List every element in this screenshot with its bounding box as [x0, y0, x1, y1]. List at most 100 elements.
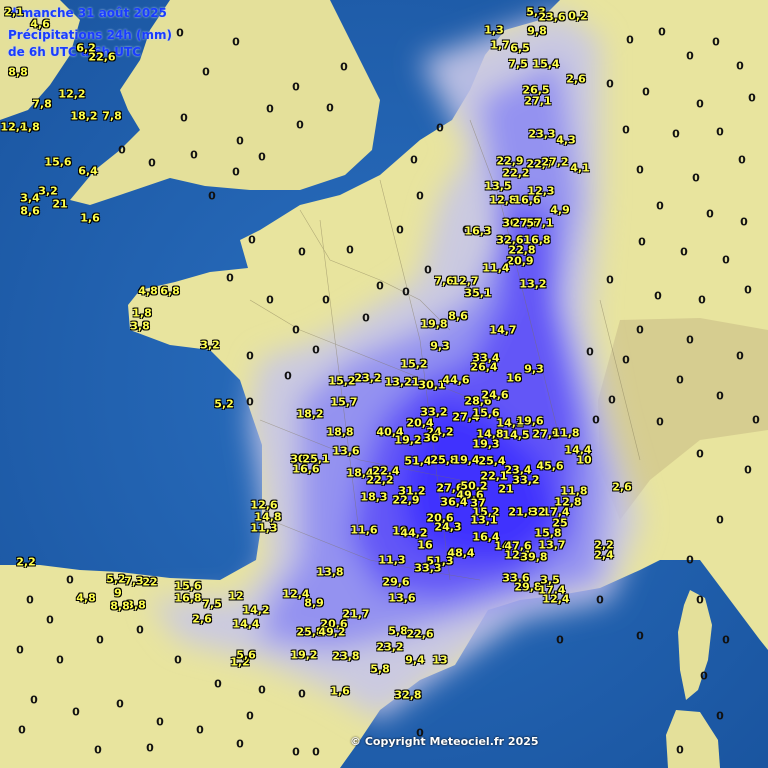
- station-value: 20,9: [506, 254, 534, 268]
- station-value: 5,2: [214, 397, 234, 411]
- station-value-zero: 0: [26, 593, 34, 607]
- station-value-zero: 0: [736, 349, 744, 363]
- station-value-zero: 0: [596, 593, 604, 607]
- station-value-zero: 0: [622, 353, 630, 367]
- station-value: 44,6: [442, 373, 470, 387]
- station-value-zero: 0: [638, 235, 646, 249]
- station-value-zero: 0: [672, 127, 680, 141]
- station-value: 7,8: [102, 109, 122, 123]
- station-value: 14,5: [502, 428, 530, 442]
- station-value-zero: 0: [722, 253, 730, 267]
- station-value-zero: 0: [298, 687, 306, 701]
- station-value-zero: 0: [292, 80, 300, 94]
- station-value: 8,8: [8, 65, 28, 79]
- station-value: 9,8: [527, 24, 547, 38]
- station-value: 9,4: [405, 653, 425, 667]
- station-value: 35,1: [464, 286, 492, 300]
- station-value: 14,4: [232, 617, 260, 631]
- station-value-zero: 0: [636, 323, 644, 337]
- station-value-zero: 0: [658, 25, 666, 39]
- station-value-zero: 0: [292, 323, 300, 337]
- station-value: 33,2: [512, 473, 540, 487]
- station-value: 5,2: [106, 572, 126, 586]
- station-value-zero: 0: [608, 393, 616, 407]
- station-value: 27,1: [524, 94, 552, 108]
- station-value-zero: 0: [246, 349, 254, 363]
- precipitation-map: dimanche 31 août 2025 Précipitations 24h…: [0, 0, 768, 768]
- station-value-zero: 0: [326, 101, 334, 115]
- station-value-zero: 0: [156, 715, 164, 729]
- station-value: 3,8: [130, 319, 150, 333]
- station-value: 39,8: [520, 550, 548, 564]
- station-value-zero: 0: [622, 123, 630, 137]
- station-value: 18,3: [360, 490, 388, 504]
- station-value: 19,2: [394, 433, 422, 447]
- station-value-zero: 0: [676, 373, 684, 387]
- station-value-zero: 0: [606, 77, 614, 91]
- station-value-zero: 0: [696, 447, 704, 461]
- station-value-zero: 0: [312, 343, 320, 357]
- station-value-zero: 0: [284, 369, 292, 383]
- station-value: 11,3: [250, 521, 278, 535]
- station-value: 19,8: [420, 317, 448, 331]
- station-value-zero: 0: [362, 311, 370, 325]
- station-value-zero: 0: [148, 156, 156, 170]
- station-value: 23,3: [528, 127, 556, 141]
- station-value-zero: 0: [174, 653, 182, 667]
- station-value: 3,2: [38, 184, 58, 198]
- station-value-zero: 0: [740, 215, 748, 229]
- station-value: 5,8: [370, 662, 390, 676]
- station-value: 22,6: [406, 627, 434, 641]
- station-value-zero: 0: [56, 653, 64, 667]
- station-value-zero: 0: [266, 293, 274, 307]
- station-value: 18,2: [70, 109, 98, 123]
- station-value: 29,6: [382, 575, 410, 589]
- station-value-zero: 0: [18, 723, 26, 737]
- station-value-zero: 0: [176, 26, 184, 40]
- station-value: 16,3: [464, 224, 492, 238]
- station-value-zero: 0: [656, 199, 664, 213]
- station-value: 13,7: [538, 538, 566, 552]
- station-value: 4,9: [550, 203, 570, 217]
- station-value: 44,2: [400, 526, 428, 540]
- station-value: 6,5: [510, 41, 530, 55]
- station-value-zero: 0: [46, 613, 54, 627]
- station-value-zero: 0: [136, 623, 144, 637]
- station-value-zero: 0: [16, 643, 24, 657]
- copyright: © Copyright Meteociel.fr 2025: [350, 735, 539, 748]
- station-value-zero: 0: [322, 293, 330, 307]
- station-value: 4,1: [570, 161, 590, 175]
- station-value: 7,8: [32, 97, 52, 111]
- station-value-zero: 0: [118, 143, 126, 157]
- station-value-zero: 0: [692, 171, 700, 185]
- station-value-zero: 0: [376, 279, 384, 293]
- station-value: 5,6: [236, 648, 256, 662]
- station-value: 13,8: [316, 565, 344, 579]
- station-value: 2,6: [612, 480, 632, 494]
- station-value-zero: 0: [232, 165, 240, 179]
- station-value: 19,3: [472, 437, 500, 451]
- station-value: 22,2: [366, 473, 394, 487]
- station-value: 12,6: [250, 498, 278, 512]
- station-value: 8,6: [448, 309, 468, 323]
- station-value-zero: 0: [686, 49, 694, 63]
- station-value-zero: 0: [744, 283, 752, 297]
- station-value-zero: 0: [696, 97, 704, 111]
- station-value-zero: 0: [292, 745, 300, 759]
- station-value: 23,8: [332, 649, 360, 663]
- station-value-zero: 0: [66, 573, 74, 587]
- station-value: 8,8: [110, 599, 130, 613]
- station-value: 16: [417, 538, 433, 552]
- station-value-zero: 0: [402, 285, 410, 299]
- station-value: 45,6: [536, 459, 564, 473]
- station-value: 1,8: [132, 306, 152, 320]
- station-value: 24,6: [481, 388, 509, 402]
- station-value: 12,2: [58, 87, 86, 101]
- station-value-zero: 0: [30, 693, 38, 707]
- station-value: 16: [506, 371, 522, 385]
- station-value: 12,4: [282, 587, 310, 601]
- station-value: 2,2: [16, 555, 36, 569]
- station-value: 2,1: [4, 5, 24, 19]
- station-value-zero: 0: [266, 102, 274, 116]
- station-value-zero: 0: [396, 223, 404, 237]
